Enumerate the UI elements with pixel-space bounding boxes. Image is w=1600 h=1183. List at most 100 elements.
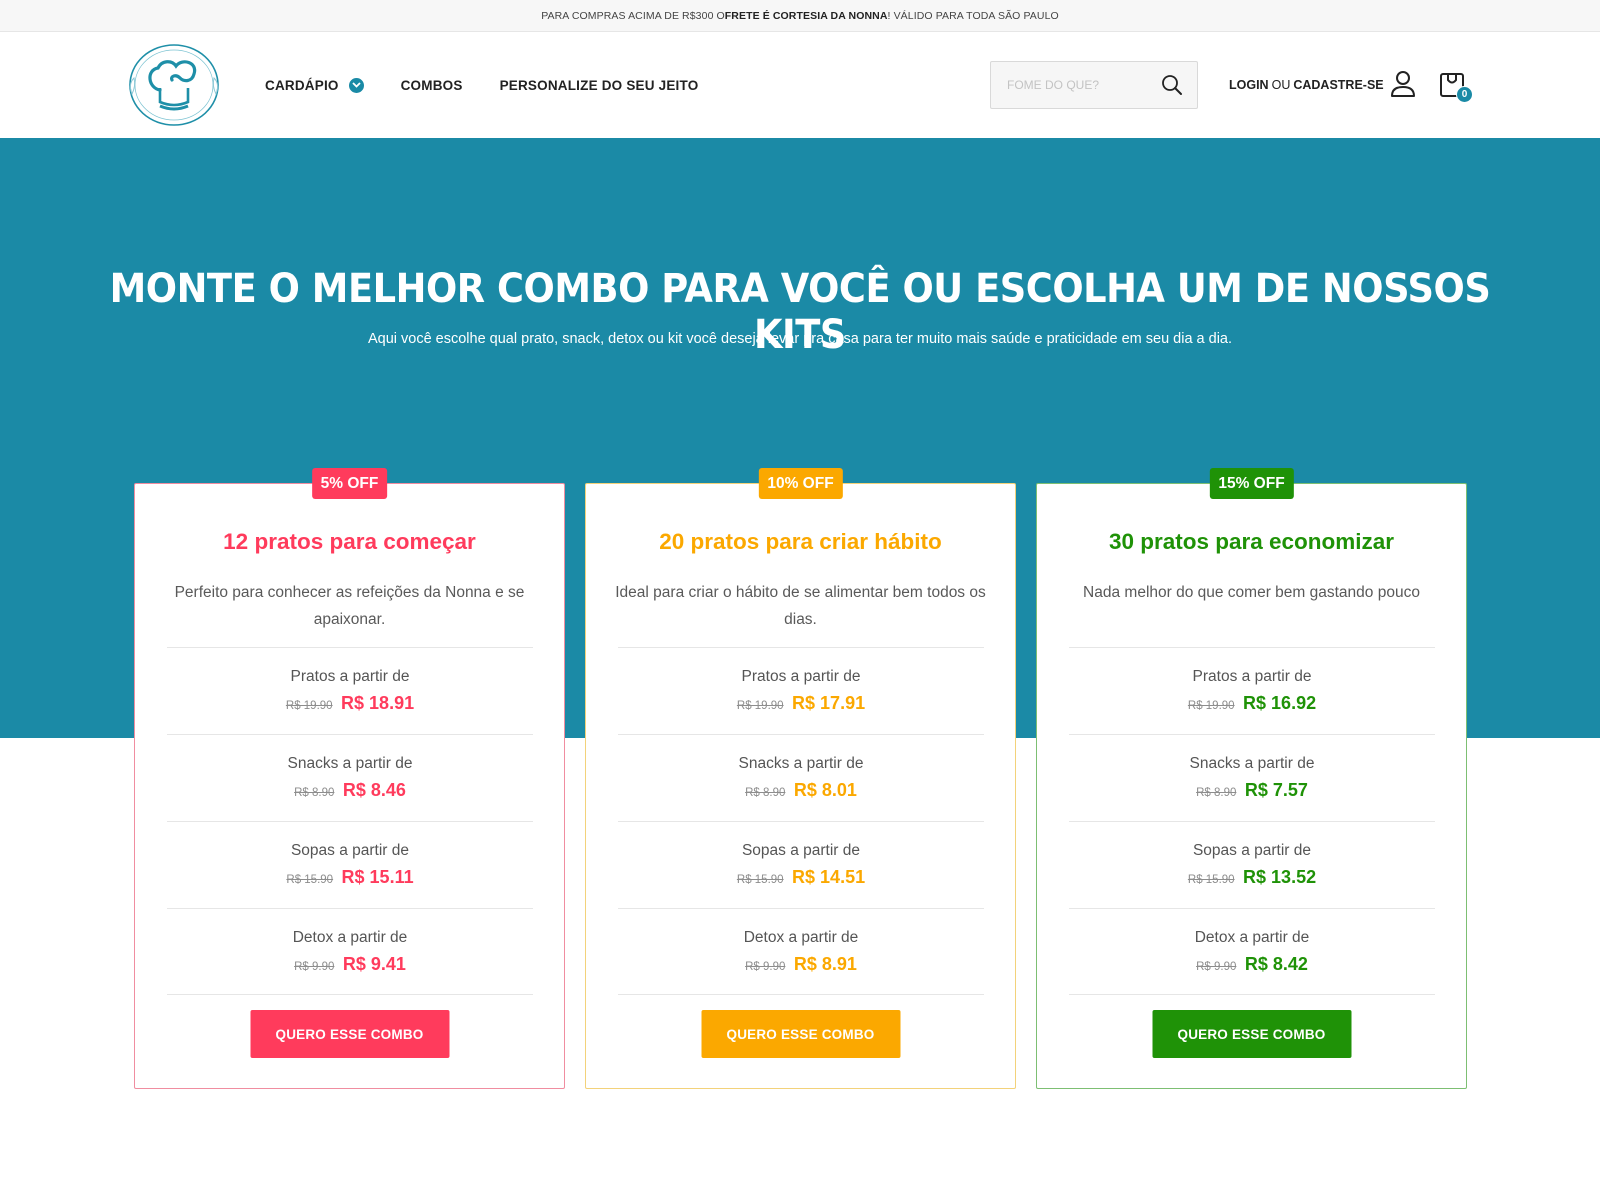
combo-card: 10% OFF 20 pratos para criar hábito Idea… [585, 468, 1016, 1089]
price-row: Snacks a partir de R$ 8.90 R$ 8.46 [167, 734, 533, 821]
price-row-label: Sopas a partir de [741, 842, 861, 859]
hero-subtitle: Aqui você escolhe qual prato, snack, det… [367, 331, 1233, 347]
price-list: Pratos a partir de R$ 19.90 R$ 17.91 Sna… [618, 647, 984, 995]
price-row-label: Sopas a partir de [1192, 842, 1312, 859]
new-price: R$ 8.42 [1244, 954, 1308, 974]
price-row: Detox a partir de R$ 9.90 R$ 8.91 [618, 908, 984, 995]
promo-text-prefix: PARA COMPRAS ACIMA DE R$300 O [541, 9, 725, 22]
new-price: R$ 8.91 [793, 954, 857, 974]
old-price: R$ 9.90 [1196, 961, 1237, 973]
old-price: R$ 8.90 [1196, 787, 1237, 799]
price-list: Pratos a partir de R$ 19.90 R$ 18.91 Sna… [167, 647, 533, 995]
search-input[interactable] [991, 78, 1151, 92]
combo-title: 20 pratos para criar hábito [659, 529, 942, 554]
price-row-label: Snacks a partir de [738, 755, 864, 772]
new-price: R$ 9.41 [342, 954, 406, 974]
new-price: R$ 8.01 [793, 780, 857, 800]
price-row: Sopas a partir de R$ 15.90 R$ 14.51 [618, 821, 984, 908]
choose-combo-button[interactable]: QUERO ESSE COMBO [701, 1010, 900, 1058]
new-price: R$ 8.46 [342, 780, 406, 800]
price-row: Snacks a partir de R$ 8.90 R$ 7.57 [1069, 734, 1435, 821]
combo-card: 15% OFF 30 pratos para economizar Nada m… [1036, 468, 1467, 1089]
new-price: R$ 14.51 [792, 867, 866, 887]
price-row: Pratos a partir de R$ 19.90 R$ 16.92 [1069, 647, 1435, 734]
new-price: R$ 17.91 [792, 693, 866, 713]
price-list: Pratos a partir de R$ 19.90 R$ 16.92 Sna… [1069, 647, 1435, 995]
old-price: R$ 19.90 [1187, 700, 1235, 712]
old-price: R$ 8.90 [745, 787, 786, 799]
price-line: R$ 9.90 R$ 9.41 [167, 953, 533, 978]
nav-item-label: COMBOS [400, 77, 463, 93]
price-row: Pratos a partir de R$ 19.90 R$ 18.91 [167, 647, 533, 734]
old-price: R$ 8.90 [294, 787, 335, 799]
price-row-label: Pratos a partir de [1192, 668, 1312, 685]
price-line: R$ 9.90 R$ 8.91 [618, 953, 984, 978]
price-line: R$ 15.90 R$ 15.11 [167, 866, 533, 891]
price-row: Pratos a partir de R$ 19.90 R$ 17.91 [618, 647, 984, 734]
nav-item-personalize[interactable]: PERSONALIZE DO SEU JEITO [500, 78, 699, 93]
price-line: R$ 19.90 R$ 16.92 [1069, 692, 1435, 717]
new-price: R$ 18.91 [341, 693, 415, 713]
price-line: R$ 8.90 R$ 8.46 [167, 779, 533, 804]
chef-hat-logo-icon [129, 44, 219, 126]
price-row: Detox a partir de R$ 9.90 R$ 8.42 [1069, 908, 1435, 995]
promo-bar: PARA COMPRAS ACIMA DE R$300 O FRETE É CO… [0, 0, 1600, 32]
new-price: R$ 7.57 [1244, 780, 1308, 800]
price-line: R$ 8.90 R$ 8.01 [618, 779, 984, 804]
old-price: R$ 15.90 [736, 874, 784, 886]
price-line: R$ 9.90 R$ 8.42 [1069, 953, 1435, 978]
discount-badge: 15% OFF [1209, 468, 1294, 499]
new-price: R$ 16.92 [1243, 693, 1317, 713]
price-row-label: Pratos a partir de [290, 668, 410, 685]
price-row: Snacks a partir de R$ 8.90 R$ 8.01 [618, 734, 984, 821]
promo-text-highlight: FRETE É CORTESIA DA NONNA [724, 9, 888, 22]
choose-combo-button[interactable]: QUERO ESSE COMBO [1152, 1010, 1351, 1058]
price-row-label: Detox a partir de [743, 929, 859, 946]
price-row-label: Pratos a partir de [741, 668, 861, 685]
signup-link[interactable]: CADASTRE-SE [1293, 78, 1383, 92]
price-row: Sopas a partir de R$ 15.90 R$ 15.11 [167, 821, 533, 908]
price-row-label: Snacks a partir de [287, 755, 413, 772]
nav-item-cardapio[interactable]: CARDÁPIO [265, 77, 364, 93]
chevron-down-icon[interactable] [348, 77, 364, 93]
old-price: R$ 19.90 [736, 700, 784, 712]
login-separator: OU [1271, 78, 1291, 92]
login-signup-link[interactable]: LOGIN OU CADASTRE-SE [1229, 32, 1384, 138]
price-row-label: Sopas a partir de [290, 842, 410, 859]
nav-item-combos[interactable]: COMBOS [401, 78, 463, 93]
discount-badge: 5% OFF [311, 468, 388, 499]
combo-card: 5% OFF 12 pratos para começar Perfeito p… [134, 468, 565, 1089]
price-row: Sopas a partir de R$ 15.90 R$ 13.52 [1069, 821, 1435, 908]
price-line: R$ 8.90 R$ 7.57 [1069, 779, 1435, 804]
new-price: R$ 15.11 [341, 867, 414, 887]
price-line: R$ 19.90 R$ 18.91 [167, 692, 533, 717]
old-price: R$ 9.90 [745, 961, 786, 973]
main-nav: CARDÁPIO COMBOS PERSONALIZE DO SEU JEITO [265, 32, 735, 138]
search-icon[interactable] [1161, 74, 1183, 96]
user-icon[interactable] [1390, 70, 1416, 98]
new-price: R$ 13.52 [1243, 867, 1317, 887]
price-row: Detox a partir de R$ 9.90 R$ 9.41 [167, 908, 533, 995]
old-price: R$ 9.90 [294, 961, 335, 973]
chef-hat-logo[interactable] [122, 42, 226, 128]
combo-description: Perfeito para conhecer as refeições da N… [174, 584, 525, 628]
site-header: CARDÁPIO COMBOS PERSONALIZE DO SEU JEITO… [0, 32, 1600, 138]
cart-count-badge: 0 [1456, 86, 1473, 103]
price-row-label: Detox a partir de [1194, 929, 1310, 946]
login-link[interactable]: LOGIN [1229, 78, 1269, 92]
nav-item-label: CARDÁPIO [265, 77, 339, 93]
price-line: R$ 15.90 R$ 14.51 [618, 866, 984, 891]
search-box [990, 61, 1198, 109]
old-price: R$ 19.90 [285, 700, 333, 712]
promo-text-suffix: ! VÁLIDO PARA TODA SÃO PAULO [887, 9, 1059, 22]
price-line: R$ 15.90 R$ 13.52 [1069, 866, 1435, 891]
old-price: R$ 15.90 [1187, 874, 1235, 886]
price-row-label: Detox a partir de [292, 929, 408, 946]
combo-description: Ideal para criar o hábito de se alimenta… [615, 584, 986, 628]
discount-badge: 10% OFF [758, 468, 843, 499]
combo-title: 12 pratos para começar [223, 529, 476, 554]
price-line: R$ 19.90 R$ 17.91 [618, 692, 984, 717]
nav-item-label: PERSONALIZE DO SEU JEITO [499, 77, 699, 93]
price-row-label: Snacks a partir de [1189, 755, 1315, 772]
choose-combo-button[interactable]: QUERO ESSE COMBO [250, 1010, 449, 1058]
